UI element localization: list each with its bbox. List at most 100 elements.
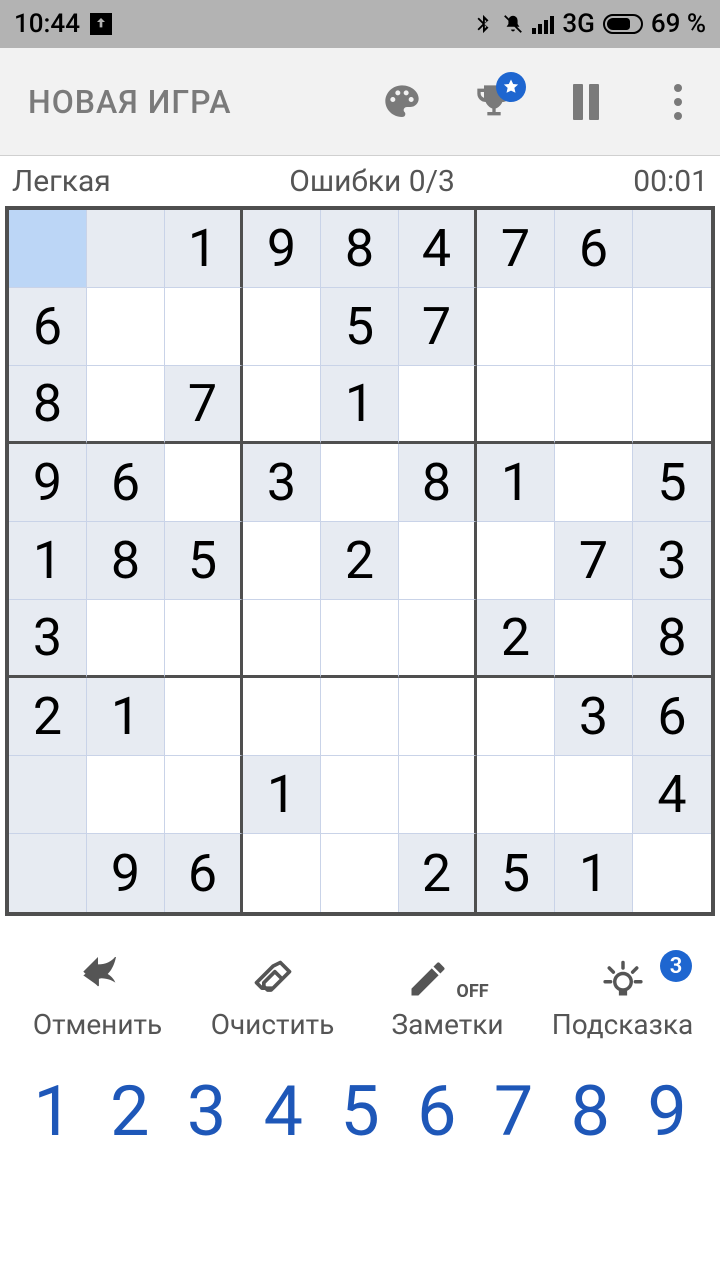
cell-r1-c3[interactable] <box>243 288 321 366</box>
numkey-4[interactable]: 4 <box>248 1071 318 1153</box>
cell-r1-c0[interactable]: 6 <box>9 288 87 366</box>
cell-r4-c4[interactable]: 2 <box>321 522 399 600</box>
cell-r2-c1[interactable] <box>87 366 165 444</box>
cell-r8-c1[interactable]: 9 <box>87 834 165 912</box>
cell-r2-c5[interactable] <box>399 366 477 444</box>
cell-r8-c2[interactable]: 6 <box>165 834 243 912</box>
cell-r0-c0[interactable] <box>9 210 87 288</box>
cell-r1-c4[interactable]: 5 <box>321 288 399 366</box>
pause-button[interactable] <box>564 80 608 124</box>
cell-r6-c5[interactable] <box>399 678 477 756</box>
cell-r8-c7[interactable]: 1 <box>555 834 633 912</box>
theme-button[interactable] <box>380 80 424 124</box>
cell-r4-c6[interactable] <box>477 522 555 600</box>
cell-r5-c6[interactable]: 2 <box>477 600 555 678</box>
cell-r6-c1[interactable]: 1 <box>87 678 165 756</box>
numkey-2[interactable]: 2 <box>95 1071 165 1153</box>
cell-r4-c2[interactable]: 5 <box>165 522 243 600</box>
cell-r6-c3[interactable] <box>243 678 321 756</box>
cell-r0-c7[interactable]: 6 <box>555 210 633 288</box>
cell-r2-c8[interactable] <box>633 366 711 444</box>
cell-r6-c2[interactable] <box>165 678 243 756</box>
numkey-7[interactable]: 7 <box>479 1071 549 1153</box>
numkey-5[interactable]: 5 <box>325 1071 395 1153</box>
numkey-3[interactable]: 3 <box>172 1071 242 1153</box>
cell-r7-c4[interactable] <box>321 756 399 834</box>
cell-r1-c2[interactable] <box>165 288 243 366</box>
cell-r2-c4[interactable]: 1 <box>321 366 399 444</box>
cell-r3-c8[interactable]: 5 <box>633 444 711 522</box>
cell-r1-c8[interactable] <box>633 288 711 366</box>
cell-r0-c1[interactable] <box>87 210 165 288</box>
trophy-button[interactable] <box>472 80 516 124</box>
cell-r7-c6[interactable] <box>477 756 555 834</box>
cell-r7-c0[interactable] <box>9 756 87 834</box>
cell-r5-c0[interactable]: 3 <box>9 600 87 678</box>
cell-r5-c5[interactable] <box>399 600 477 678</box>
cell-r7-c1[interactable] <box>87 756 165 834</box>
new-game-button[interactable]: НОВАЯ ИГРА <box>28 83 380 121</box>
numkey-1[interactable]: 1 <box>18 1071 88 1153</box>
numkey-8[interactable]: 8 <box>555 1071 625 1153</box>
notes-button[interactable]: OFF Заметки <box>360 956 535 1041</box>
cell-r5-c4[interactable] <box>321 600 399 678</box>
more-button[interactable] <box>656 80 700 124</box>
cell-r5-c8[interactable]: 8 <box>633 600 711 678</box>
cell-r8-c5[interactable]: 2 <box>399 834 477 912</box>
cell-r7-c2[interactable] <box>165 756 243 834</box>
cell-r2-c6[interactable] <box>477 366 555 444</box>
cell-r4-c3[interactable] <box>243 522 321 600</box>
cell-r8-c4[interactable] <box>321 834 399 912</box>
cell-r3-c3[interactable]: 3 <box>243 444 321 522</box>
cell-r1-c1[interactable] <box>87 288 165 366</box>
cell-r2-c3[interactable] <box>243 366 321 444</box>
cell-r4-c8[interactable]: 3 <box>633 522 711 600</box>
cell-r6-c6[interactable] <box>477 678 555 756</box>
cell-r5-c7[interactable] <box>555 600 633 678</box>
cell-r6-c7[interactable]: 3 <box>555 678 633 756</box>
cell-r0-c3[interactable]: 9 <box>243 210 321 288</box>
cell-r1-c7[interactable] <box>555 288 633 366</box>
cell-r8-c3[interactable] <box>243 834 321 912</box>
cell-r4-c0[interactable]: 1 <box>9 522 87 600</box>
cell-r2-c0[interactable]: 8 <box>9 366 87 444</box>
cell-r1-c6[interactable] <box>477 288 555 366</box>
cell-r4-c7[interactable]: 7 <box>555 522 633 600</box>
cell-r0-c8[interactable] <box>633 210 711 288</box>
cell-r7-c7[interactable] <box>555 756 633 834</box>
cell-r6-c4[interactable] <box>321 678 399 756</box>
cell-r1-c5[interactable]: 7 <box>399 288 477 366</box>
cell-r7-c8[interactable]: 4 <box>633 756 711 834</box>
cell-r0-c2[interactable]: 1 <box>165 210 243 288</box>
numkey-6[interactable]: 6 <box>402 1071 472 1153</box>
cell-r7-c5[interactable] <box>399 756 477 834</box>
cell-r5-c2[interactable] <box>165 600 243 678</box>
cell-r0-c6[interactable]: 7 <box>477 210 555 288</box>
hint-button[interactable]: 3 Подсказка <box>535 956 710 1041</box>
cell-r3-c0[interactable]: 9 <box>9 444 87 522</box>
cell-r2-c7[interactable] <box>555 366 633 444</box>
cell-r3-c2[interactable] <box>165 444 243 522</box>
cell-r6-c0[interactable]: 2 <box>9 678 87 756</box>
cell-r3-c6[interactable]: 1 <box>477 444 555 522</box>
cell-r0-c5[interactable]: 4 <box>399 210 477 288</box>
cell-r8-c8[interactable] <box>633 834 711 912</box>
controls-row: Отменить Очистить OFF Заметки 3 Подсказк… <box>0 956 720 1041</box>
cell-r8-c0[interactable] <box>9 834 87 912</box>
cell-r5-c3[interactable] <box>243 600 321 678</box>
cell-r3-c7[interactable] <box>555 444 633 522</box>
cell-r4-c5[interactable] <box>399 522 477 600</box>
erase-button[interactable]: Очистить <box>185 956 360 1041</box>
cell-r7-c3[interactable]: 1 <box>243 756 321 834</box>
cell-r4-c1[interactable]: 8 <box>87 522 165 600</box>
cell-r3-c4[interactable] <box>321 444 399 522</box>
cell-r8-c6[interactable]: 5 <box>477 834 555 912</box>
cell-r2-c2[interactable]: 7 <box>165 366 243 444</box>
undo-button[interactable]: Отменить <box>10 956 185 1041</box>
cell-r5-c1[interactable] <box>87 600 165 678</box>
numkey-9[interactable]: 9 <box>632 1071 702 1153</box>
cell-r0-c4[interactable]: 8 <box>321 210 399 288</box>
cell-r3-c5[interactable]: 8 <box>399 444 477 522</box>
cell-r3-c1[interactable]: 6 <box>87 444 165 522</box>
cell-r6-c8[interactable]: 6 <box>633 678 711 756</box>
